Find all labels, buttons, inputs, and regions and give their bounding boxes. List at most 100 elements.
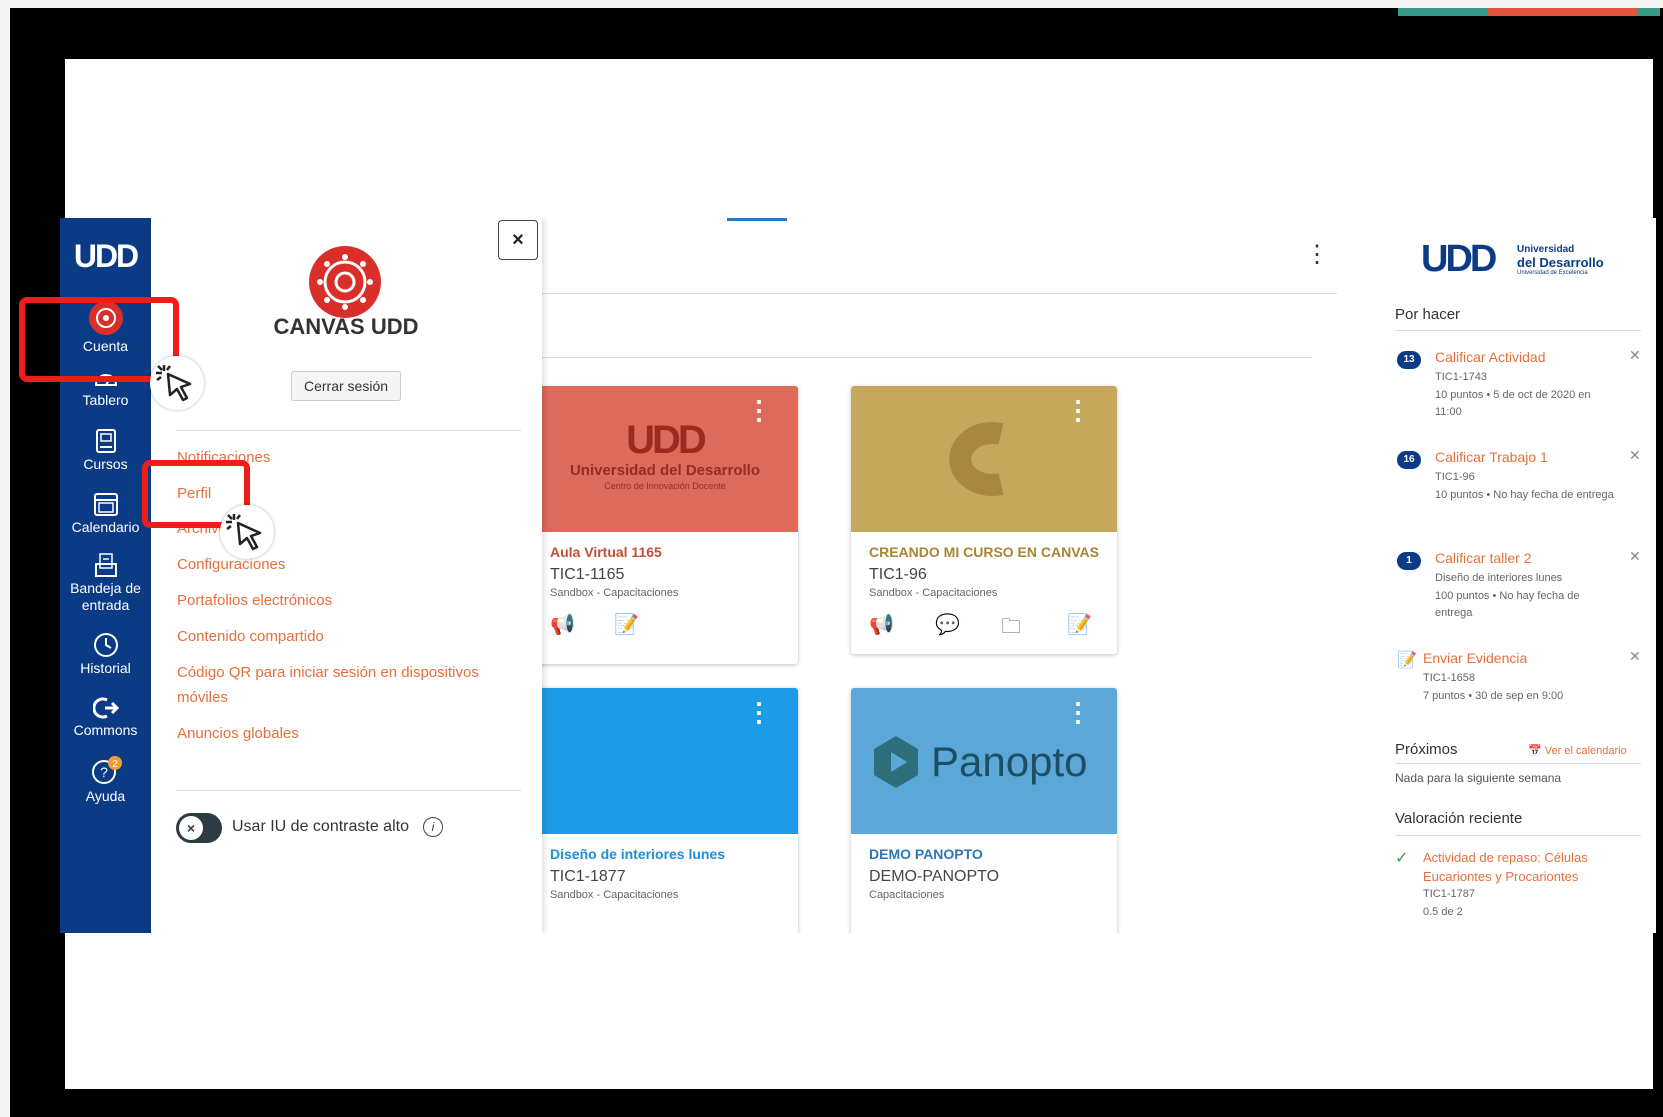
todo-course: TIC1-96 — [1435, 471, 1475, 483]
divider — [542, 293, 1337, 294]
card-options-icon[interactable]: ⋮ — [1065, 397, 1091, 423]
close-tray-button[interactable]: × — [498, 220, 538, 260]
panopto-wordmark: Panopto — [931, 738, 1088, 785]
right-sidebar: UDD Universidad del Desarrollo Universid… — [1375, 218, 1656, 933]
card-hero-subtitle2: Centro de Innovación Docente — [604, 481, 726, 491]
nav-label: Ayuda — [85, 788, 126, 804]
canvas-logo-icon — [317, 254, 373, 310]
discussions-icon[interactable]: 💬 — [935, 612, 960, 637]
nav-item-ayuda[interactable]: ? 2 Ayuda — [60, 756, 151, 805]
card-hero[interactable]: Panopto ⋮ — [851, 688, 1117, 834]
dismiss-icon[interactable]: ✕ — [1629, 648, 1641, 665]
udd-logo[interactable]: UDD — [60, 238, 151, 278]
card-title[interactable]: DEMO PANOPTO — [869, 846, 983, 862]
high-contrast-label: Usar IU de contraste alto — [232, 818, 409, 835]
link-contenido-compartido[interactable]: Contenido compartido — [177, 624, 517, 649]
nav-item-cursos[interactable]: Cursos — [60, 428, 151, 473]
card-term: Sandbox - Capacitaciones — [550, 889, 679, 901]
divider — [176, 430, 521, 431]
brand-line2: del Desarrollo — [1517, 255, 1604, 270]
todo-course: TIC1-1743 — [1435, 371, 1487, 383]
card-term: Capacitaciones — [869, 889, 945, 901]
recent-title[interactable]: Actividad de repaso: Células Eucariontes… — [1423, 848, 1623, 886]
recent-heading: Valoración reciente — [1395, 810, 1523, 827]
todo-course: Diseño de interiores lunes — [1435, 572, 1563, 584]
nav-item-commons[interactable]: Commons — [60, 696, 151, 739]
dismiss-icon[interactable]: ✕ — [1629, 447, 1641, 464]
dismiss-icon[interactable]: ✕ — [1629, 548, 1641, 565]
nav-label: Commons — [73, 722, 138, 738]
card-code: TIC1-96 — [869, 566, 927, 583]
dashboard-main: ⋮ UDD Universidad del Desarrollo Centro … — [532, 218, 1352, 933]
card-title[interactable]: Diseño de interiores lunes — [550, 846, 725, 862]
card-hero[interactable]: ⋮ — [851, 386, 1117, 532]
courses-icon — [95, 429, 116, 453]
link-portafolios[interactable]: Portafolios electrónicos — [177, 588, 517, 613]
nav-item-historial[interactable]: Historial — [60, 632, 151, 677]
todo-title[interactable]: Calificar Actividad — [1435, 349, 1546, 365]
card-code: DEMO-PANOPTO — [869, 868, 1000, 885]
divider — [1395, 835, 1641, 836]
logout-button[interactable]: Cerrar sesión — [291, 371, 401, 401]
nav-label: Calendario — [71, 519, 140, 535]
user-avatar — [309, 246, 381, 318]
svg-text:?: ? — [100, 764, 108, 780]
user-name: CANVAS UDD — [273, 314, 419, 339]
todo-course: TIC1-1658 — [1423, 672, 1475, 684]
todo-title[interactable]: Enviar Evidencia — [1423, 650, 1527, 666]
card-hero[interactable]: UDD Universidad del Desarrollo Centro de… — [532, 386, 798, 532]
dashboard-options-icon[interactable]: ⋮ — [1305, 240, 1329, 269]
card-code: TIC1-1877 — [550, 868, 626, 885]
course-card[interactable]: Panopto ⋮ DEMO PANOPTO DEMO-PANOPTO Capa… — [851, 688, 1117, 933]
brand-line3: Universidad de Excelencia — [1517, 270, 1588, 276]
course-card[interactable]: ⋮ Diseño de interiores lunes TIC1-1877 S… — [532, 688, 798, 933]
brand-line1: Universidad — [1517, 244, 1575, 255]
course-card[interactable]: UDD Universidad del Desarrollo Centro de… — [532, 386, 798, 664]
assignments-icon[interactable]: 📝 — [614, 612, 639, 637]
files-icon[interactable]: 🗀 — [1001, 612, 1021, 646]
view-calendar-link[interactable]: 📅 Ver el calendario — [1528, 744, 1627, 757]
nav-label: Cursos — [83, 456, 128, 472]
divider — [176, 790, 521, 791]
high-contrast-toggle[interactable]: × — [176, 813, 222, 843]
inbox-icon — [94, 553, 117, 577]
svg-text:2: 2 — [112, 759, 118, 770]
click-cursor-icon — [220, 505, 274, 559]
todo-count-badge: 16 — [1397, 451, 1421, 469]
nav-label: Bandeja de entrada — [70, 580, 141, 613]
announcements-icon[interactable]: 📢 — [869, 612, 894, 637]
card-options-icon[interactable]: ⋮ — [1065, 699, 1091, 725]
card-options-icon[interactable]: ⋮ — [746, 397, 772, 423]
course-card[interactable]: ⋮ CREANDO MI CURSO EN CANVAS TIC1-96 San… — [851, 386, 1117, 654]
card-options-icon[interactable]: ⋮ — [746, 699, 772, 725]
todo-title[interactable]: Calificar taller 2 — [1435, 550, 1531, 566]
help-icon: ? 2 — [91, 756, 122, 784]
todo-detail: 100 puntos • No hay fecha de entrega — [1435, 590, 1580, 619]
nav-item-calendario[interactable]: Calendario — [60, 491, 151, 536]
panopto-logo-icon — [874, 736, 918, 788]
card-hero[interactable]: ⋮ — [532, 688, 798, 834]
announcements-icon[interactable]: 📢 — [550, 612, 575, 637]
todo-detail: 10 puntos • 5 de oct de 2020 en 11:00 — [1435, 389, 1591, 418]
todo-title[interactable]: Calificar Trabajo 1 — [1435, 449, 1548, 465]
recent-score: 0.5 de 2 — [1423, 906, 1463, 918]
dismiss-icon[interactable]: ✕ — [1629, 347, 1641, 364]
brand-main: UDD — [1421, 238, 1497, 280]
card-title[interactable]: Aula Virtual 1165 — [550, 544, 662, 560]
link-codigo-qr[interactable]: Código QR para iniciar sesión en disposi… — [177, 660, 517, 710]
checkmark-icon: ✓ — [1395, 850, 1409, 867]
upcoming-heading: Próximos — [1395, 741, 1458, 758]
divider — [1395, 330, 1641, 331]
card-title[interactable]: CREANDO MI CURSO EN CANVAS — [869, 544, 1099, 560]
assignments-icon[interactable]: 📝 — [1067, 612, 1092, 637]
nav-label: Tablero — [82, 392, 129, 408]
info-icon[interactable]: i — [423, 817, 443, 837]
active-tab-indicator — [727, 218, 787, 221]
card-term: Sandbox - Capacitaciones — [550, 587, 679, 599]
link-anuncios-globales[interactable]: Anuncios globales — [177, 721, 517, 746]
nav-item-bandeja[interactable]: Bandeja de entrada — [60, 552, 151, 614]
todo-count-badge: 1 — [1397, 552, 1421, 570]
todo-heading: Por hacer — [1395, 306, 1461, 323]
calendar-icon: 📅 — [1528, 745, 1545, 757]
canvas-app: UDD Cuenta Tablero Cursos Calendario Ban… — [60, 218, 1656, 933]
